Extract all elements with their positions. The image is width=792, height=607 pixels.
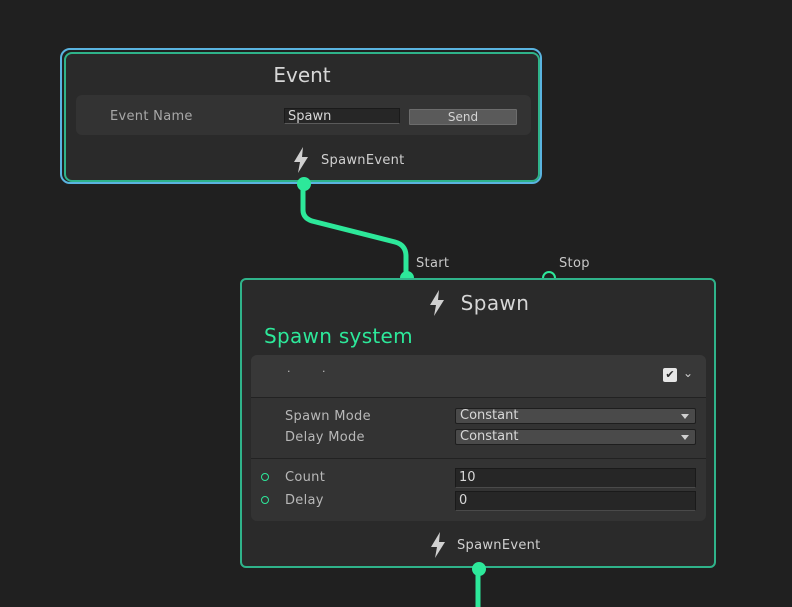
- event-node[interactable]: Event Event Name Spawn Send SpawnEvent: [64, 52, 540, 182]
- settings-section: Spawn Mode Constant Delay Mode Constant: [251, 398, 706, 459]
- send-button[interactable]: Send: [409, 109, 517, 125]
- start-port-label: Start: [416, 256, 450, 271]
- event-name-row: Event Name Spawn Send: [76, 95, 531, 135]
- delay-mode-dropdown[interactable]: Constant: [455, 429, 696, 445]
- delay-input-port[interactable]: [261, 496, 269, 504]
- spawn-node[interactable]: Spawn Spawn system · · ✔ ⌄ Spawn Mode Co…: [240, 278, 716, 568]
- spawn-node-header: Spawn: [242, 286, 714, 320]
- spawn-block: · · ✔ ⌄ Spawn Mode Constant Delay Mode C…: [251, 355, 706, 521]
- dropdown-arrow-icon: [681, 414, 689, 419]
- delay-field[interactable]: 0: [455, 491, 696, 511]
- event-name-label: Event Name: [110, 109, 193, 124]
- event-name-input[interactable]: Spawn: [284, 108, 400, 124]
- delay-mode-label: Delay Mode: [285, 430, 365, 445]
- spawn-output: SpawnEvent: [428, 530, 541, 560]
- spawn-node-subtitle: Spawn system: [264, 324, 413, 348]
- dropdown-arrow-icon: [681, 435, 689, 440]
- lightning-bolt-icon: [431, 532, 445, 558]
- event-node-title: Event: [273, 63, 331, 87]
- lightning-bolt-icon: [294, 147, 308, 173]
- block-header[interactable]: · · ✔ ⌄: [251, 355, 706, 398]
- spawn-mode-label: Spawn Mode: [285, 409, 371, 424]
- spawn-mode-value: Constant: [460, 408, 519, 423]
- event-output-label: SpawnEvent: [321, 152, 405, 168]
- delay-mode-value: Constant: [460, 429, 519, 444]
- chevron-down-icon[interactable]: ⌄: [683, 366, 693, 380]
- count-field[interactable]: 10: [455, 468, 696, 488]
- count-label: Count: [285, 470, 326, 485]
- event-to-start-wire: [300, 183, 409, 277]
- spawn-node-title: Spawn: [460, 291, 530, 315]
- block-header-marks: · ·: [287, 365, 340, 378]
- spawn-output-label: SpawnEvent: [457, 537, 541, 553]
- delay-label: Delay: [285, 493, 324, 508]
- event-output-port[interactable]: [297, 177, 311, 191]
- stop-port-label: Stop: [559, 256, 590, 271]
- spawn-output-port[interactable]: [472, 562, 486, 576]
- event-output: SpawnEvent: [291, 145, 405, 175]
- lightning-bolt-icon: [429, 290, 444, 316]
- spawn-mode-dropdown[interactable]: Constant: [455, 408, 696, 424]
- enable-checkbox[interactable]: ✔: [663, 368, 677, 382]
- count-input-port[interactable]: [261, 473, 269, 481]
